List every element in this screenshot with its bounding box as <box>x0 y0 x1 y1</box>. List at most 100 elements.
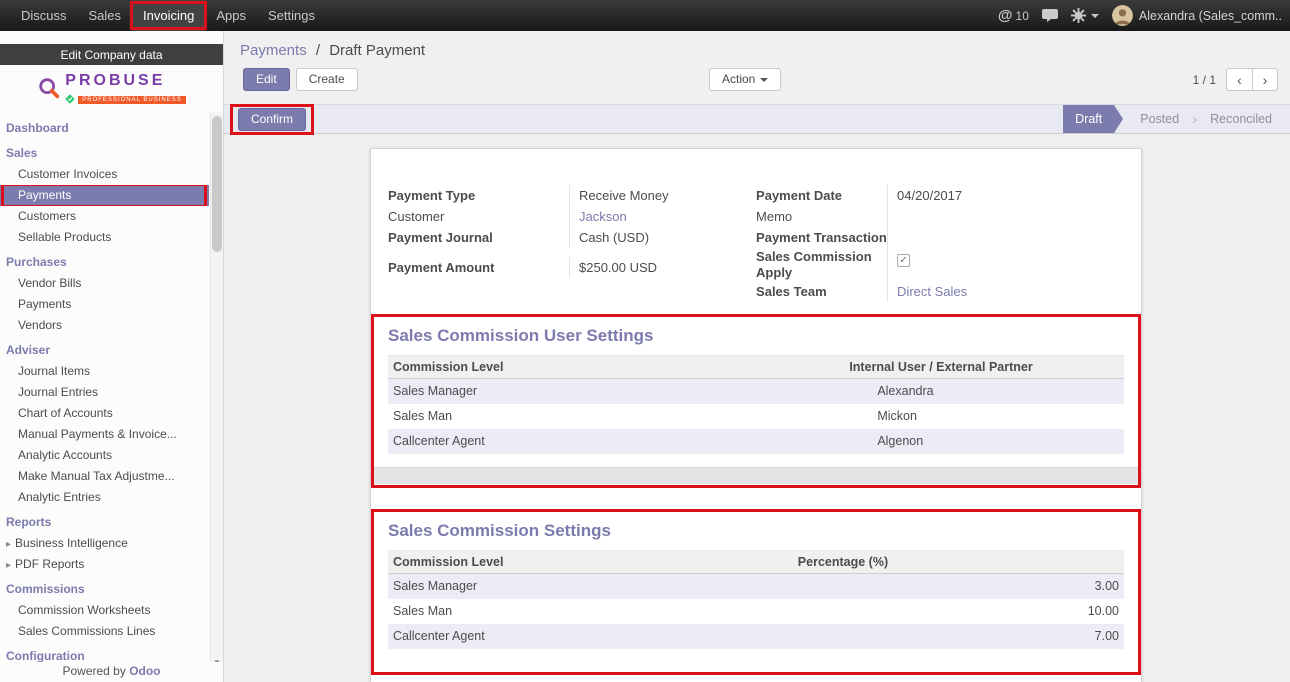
sidebar-header-adviser[interactable]: Adviser <box>0 340 209 361</box>
status-draft[interactable]: Draft <box>1063 105 1114 133</box>
menu-group-adviser: Adviser Journal Items Journal Entries Ch… <box>0 340 209 508</box>
powered-by: Powered by Odoo <box>0 662 223 682</box>
field-value-payment-type: Receive Money <box>569 185 738 206</box>
table-row-callcenter-agent[interactable]: Callcenter Agent Algenon <box>388 429 1124 454</box>
breadcrumb: Payments / Draft Payment <box>224 31 1290 59</box>
status-posted[interactable]: Posted <box>1128 105 1191 133</box>
sidebar-item-business-intelligence[interactable]: ▸Business Intelligence <box>0 533 209 554</box>
sidebar-item-payments[interactable]: Payments <box>0 185 209 206</box>
sidebar-item-sales-commissions-lines[interactable]: Sales Commissions Lines <box>0 621 209 642</box>
form-statusbar: Confirm Draft Posted › Reconciled <box>224 104 1290 134</box>
sidebar-item-vendor-payments[interactable]: Payments <box>0 294 209 315</box>
sidebar-item-customers[interactable]: Customers <box>0 206 209 227</box>
section-commission-user-settings: Sales Commission User Settings Commissio… <box>371 314 1141 488</box>
table-row-sales-manager[interactable]: Sales Manager Alexandra <box>388 379 1124 404</box>
table-row-sales-man[interactable]: Sales Man Mickon <box>388 404 1124 429</box>
field-value-memo <box>887 206 1124 227</box>
sidebar-scrollbar[interactable]: ▼ <box>210 112 223 672</box>
column-header-commission-level[interactable]: Commission Level <box>388 356 844 378</box>
field-label-payment-journal: Payment Journal <box>388 227 569 248</box>
nav-item-invoicing[interactable]: Invoicing <box>132 0 205 31</box>
sidebar-menu: Dashboard Sales Customer Invoices Paymen… <box>0 118 209 667</box>
table-header-row: Commission Level Internal User / Externa… <box>388 355 1124 379</box>
sidebar: Edit Company data PROBUSE PROFESSIONAL B… <box>0 31 224 682</box>
menu-group-sales: Sales Customer Invoices Payments Custome… <box>0 143 209 248</box>
status-chevron-icon: › <box>1192 111 1197 128</box>
status-reconciled[interactable]: Reconciled <box>1198 105 1284 133</box>
column-header-internal-user[interactable]: Internal User / External Partner <box>844 356 1124 378</box>
sidebar-item-vendor-bills[interactable]: Vendor Bills <box>0 273 209 294</box>
sidebar-header-purchases[interactable]: Purchases <box>0 252 209 273</box>
caret-down-icon <box>760 78 768 82</box>
sidebar-item-chart-of-accounts[interactable]: Chart of Accounts <box>0 403 209 424</box>
sidebar-item-sellable-products[interactable]: Sellable Products <box>0 227 209 248</box>
field-sales-commission-apply: Sales Commission Apply ✓ <box>756 248 1124 281</box>
field-memo: Memo <box>756 206 1124 227</box>
sidebar-header-commissions[interactable]: Commissions <box>0 579 209 600</box>
form-fields: Payment Type Receive Money Customer Jack… <box>388 185 1124 302</box>
chat-icon[interactable] <box>1042 9 1058 22</box>
section-title-user-settings: Sales Commission User Settings <box>388 326 1124 346</box>
field-payment-type: Payment Type Receive Money <box>388 185 738 206</box>
menu-group-reports: Reports ▸Business Intelligence ▸PDF Repo… <box>0 512 209 575</box>
menu-group-commissions: Commissions Commission Worksheets Sales … <box>0 579 209 642</box>
sidebar-item-pdf-reports[interactable]: ▸PDF Reports <box>0 554 209 575</box>
nav-item-apps[interactable]: Apps <box>205 0 257 31</box>
breadcrumb-payments-link[interactable]: Payments <box>240 42 307 59</box>
sidebar-item-vendors[interactable]: Vendors <box>0 315 209 336</box>
sidebar-item-analytic-entries[interactable]: Analytic Entries <box>0 487 209 508</box>
sidebar-item-dashboard[interactable]: Dashboard <box>0 118 209 139</box>
control-panel-buttons: Edit Create Action 1 / 1 ‹ › <box>224 68 1290 91</box>
section-commission-settings: Sales Commission Settings Commission Lev… <box>371 509 1141 675</box>
column-header-percentage[interactable]: Percentage (%) <box>793 551 1124 573</box>
section-footer-strip <box>371 467 1141 484</box>
sidebar-header-sales[interactable]: Sales <box>0 143 209 164</box>
sidebar-item-manual-tax-adjustment[interactable]: Make Manual Tax Adjustme... <box>0 466 209 487</box>
main-content: Payments / Draft Payment Edit Create Act… <box>224 31 1290 682</box>
sidebar-item-commission-worksheets[interactable]: Commission Worksheets <box>0 600 209 621</box>
sales-commission-apply-checkbox[interactable]: ✓ <box>897 254 910 267</box>
sidebar-item-journal-entries[interactable]: Journal Entries <box>0 382 209 403</box>
table-header-row: Commission Level Percentage (%) <box>388 550 1124 574</box>
field-label-payment-transaction: Payment Transaction <box>756 227 887 248</box>
field-value-payment-journal: Cash (USD) <box>569 227 738 248</box>
sidebar-item-analytic-accounts[interactable]: Analytic Accounts <box>0 445 209 466</box>
logo-magnifier-icon <box>37 76 61 105</box>
table-row-callcenter-agent[interactable]: Callcenter Agent 7.00 <box>388 624 1124 649</box>
sidebar-item-customer-invoices[interactable]: Customer Invoices <box>0 164 209 185</box>
nav-item-sales[interactable]: Sales <box>78 0 133 31</box>
company-logo: PROBUSE PROFESSIONAL BUSINESS <box>0 65 223 112</box>
mention-icon: @ <box>998 7 1013 24</box>
scrollbar-thumb[interactable] <box>212 116 222 252</box>
field-sales-team: Sales Team Direct Sales <box>756 281 1124 302</box>
expand-caret-icon: ▸ <box>6 539 11 550</box>
table-row-sales-manager[interactable]: Sales Manager 3.00 <box>388 574 1124 599</box>
edit-button[interactable]: Edit <box>243 68 290 91</box>
odoo-brand-link[interactable]: Odoo <box>129 664 160 678</box>
pager: ‹ › <box>1226 68 1278 91</box>
nav-item-discuss[interactable]: Discuss <box>10 0 78 31</box>
systray: @ 10 Alexandra (Sales_comm.. <box>998 0 1290 31</box>
debug-gear-icon[interactable] <box>1071 8 1099 23</box>
pager-previous-button[interactable]: ‹ <box>1226 68 1252 91</box>
sidebar-item-journal-items[interactable]: Journal Items <box>0 361 209 382</box>
column-header-commission-level[interactable]: Commission Level <box>388 551 793 573</box>
confirm-button[interactable]: Confirm <box>238 108 306 131</box>
action-dropdown[interactable]: Action <box>709 68 781 91</box>
user-menu[interactable]: Alexandra (Sales_comm.. <box>1112 5 1282 26</box>
sidebar-header-reports[interactable]: Reports <box>0 512 209 533</box>
nav-item-settings[interactable]: Settings <box>257 0 326 31</box>
mention-count: 10 <box>1016 9 1029 23</box>
pager-next-button[interactable]: › <box>1252 68 1278 91</box>
avatar <box>1112 5 1133 26</box>
edit-company-data-button[interactable]: Edit Company data <box>0 44 223 65</box>
field-label-payment-type: Payment Type <box>388 185 569 206</box>
mention-counter-button[interactable]: @ 10 <box>998 7 1029 24</box>
sidebar-item-manual-payments[interactable]: Manual Payments & Invoice... <box>0 424 209 445</box>
customer-link[interactable]: Jackson <box>579 209 627 224</box>
field-label-sales-team: Sales Team <box>756 281 887 302</box>
sales-team-link[interactable]: Direct Sales <box>897 284 967 299</box>
table-row-sales-man[interactable]: Sales Man 10.00 <box>388 599 1124 624</box>
field-payment-journal: Payment Journal Cash (USD) <box>388 227 738 248</box>
pager-value[interactable]: 1 / 1 <box>1193 73 1216 87</box>
